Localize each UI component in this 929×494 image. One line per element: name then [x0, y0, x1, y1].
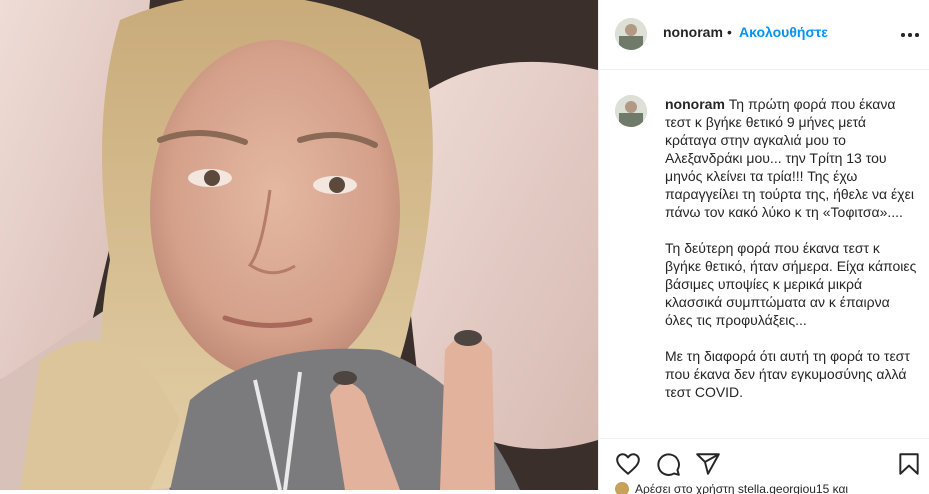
post-caption: nonoram Τη πρώτη φορά που έκανα τεστ κ β…: [665, 95, 917, 419]
selfie-image: [0, 0, 598, 490]
comments-section: nonoram Τη πρώτη φορά που έκανα τεστ κ β…: [599, 71, 929, 438]
send-icon[interactable]: [695, 451, 721, 477]
caption-avatar[interactable]: [615, 95, 647, 127]
bookmark-icon[interactable]: [896, 451, 922, 477]
caption-paragraph-2: Τη δεύτερη φορά που έκανα τεστ κ βγήκε θ…: [665, 240, 917, 328]
post-details-panel: nonoram • Ακολουθήστε nonoram Τη πρώτη φ…: [598, 0, 929, 494]
header-username[interactable]: nonoram: [663, 24, 723, 40]
liked-by-text: Αρέσει στο χρήστη stella.georgiou15 και: [635, 482, 849, 494]
avatar[interactable]: [615, 18, 647, 50]
caption-username[interactable]: nonoram: [665, 96, 725, 112]
avatar-image: [615, 18, 647, 50]
post-photo[interactable]: [0, 0, 598, 490]
avatar-image: [615, 95, 647, 127]
liked-by-row[interactable]: Αρέσει στο χρήστη stella.georgiou15 και: [615, 482, 925, 494]
caption-paragraph-3: Με τη διαφορά ότι αυτή τη φορά το τεστ π…: [665, 348, 910, 400]
heart-icon[interactable]: [615, 451, 641, 477]
liker-avatar: [615, 482, 629, 494]
separator-dot: •: [727, 24, 732, 40]
post-header: nonoram • Ακολουθήστε: [599, 0, 929, 70]
comment-icon[interactable]: [655, 451, 681, 477]
caption-paragraph-1: Τη πρώτη φορά που έκανα τεστ κ βγήκε θετ…: [665, 96, 914, 220]
follow-button[interactable]: Ακολουθήστε: [739, 24, 828, 40]
more-horizontal-icon[interactable]: [899, 26, 921, 42]
